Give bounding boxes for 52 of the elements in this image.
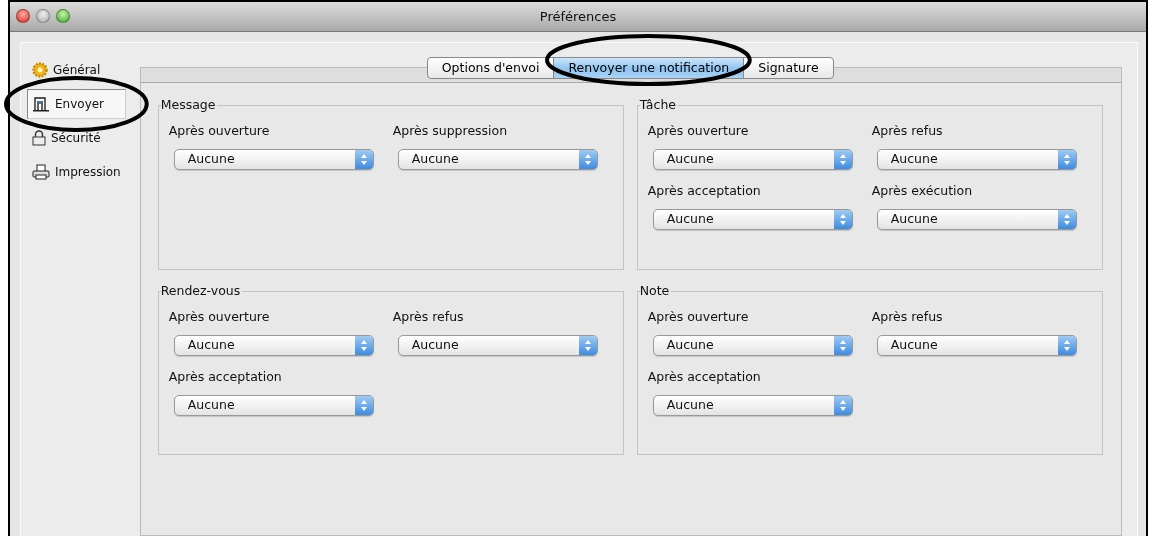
popup-button[interactable]: Aucune <box>397 148 598 170</box>
field-label: Après refus <box>392 308 464 326</box>
popup-button[interactable]: Aucune <box>397 334 598 356</box>
stepper-arrows-icon <box>354 149 373 169</box>
tab[interactable]: Renvoyer une notification <box>553 57 745 79</box>
stepper-arrows-icon <box>578 149 597 169</box>
field-label: Après ouverture <box>647 308 749 326</box>
popup-button[interactable]: Aucune <box>652 334 853 356</box>
popup-button[interactable]: Aucune <box>652 394 853 416</box>
lock-icon <box>32 130 46 146</box>
stepper-arrows-icon <box>833 335 852 355</box>
sidebar-item[interactable]: Impression <box>27 157 126 187</box>
tab[interactable]: Options d'envoi <box>426 57 555 79</box>
field-label: Après ouverture <box>647 122 749 140</box>
stepper-arrows-icon <box>354 395 373 415</box>
popup-button[interactable]: Aucune <box>876 208 1077 230</box>
popup-button[interactable]: Aucune <box>173 334 374 356</box>
popup-button[interactable]: Aucune <box>173 148 374 170</box>
stepper-arrows-icon <box>1057 335 1076 355</box>
close-button[interactable] <box>16 9 30 23</box>
field-label: Après acceptation <box>168 367 282 386</box>
stepper-arrows-icon <box>354 335 373 355</box>
field-label: Après exécution <box>871 181 973 200</box>
stepper-arrows-icon <box>833 209 852 229</box>
popup-button[interactable]: Aucune <box>876 148 1077 170</box>
popup-button[interactable]: Aucune <box>652 208 853 230</box>
popup-button[interactable]: Aucune <box>173 394 374 416</box>
field-label: Après refus <box>871 308 943 326</box>
group-title: Message <box>160 97 218 113</box>
columns-icon <box>32 96 50 112</box>
printer-icon <box>32 164 50 180</box>
sidebar-item[interactable]: Général <box>27 55 126 85</box>
gear-icon <box>32 62 48 78</box>
zoom-button[interactable] <box>56 9 70 23</box>
field-label: Après suppression <box>392 122 508 140</box>
stepper-arrows-icon <box>1057 149 1076 169</box>
stepper-arrows-icon <box>833 395 852 415</box>
field-label: Après ouverture <box>168 308 270 326</box>
window-title: Préférences <box>539 7 617 26</box>
field-label: Après acceptation <box>647 181 761 200</box>
stepper-arrows-icon <box>578 335 597 355</box>
stepper-arrows-icon <box>1057 209 1076 229</box>
field-label: Après ouverture <box>168 122 270 140</box>
popup-button[interactable]: Aucune <box>652 148 853 170</box>
field-label: Après acceptation <box>647 367 761 386</box>
popup-button[interactable]: Aucune <box>876 334 1077 356</box>
stepper-arrows-icon <box>833 149 852 169</box>
sidebar-item[interactable]: Sécurité <box>27 123 126 153</box>
sidebar-item[interactable]: Envoyer <box>27 89 126 119</box>
tab[interactable]: Signature <box>743 57 834 79</box>
minimize-button[interactable] <box>36 9 50 23</box>
field-label: Après refus <box>871 122 943 140</box>
